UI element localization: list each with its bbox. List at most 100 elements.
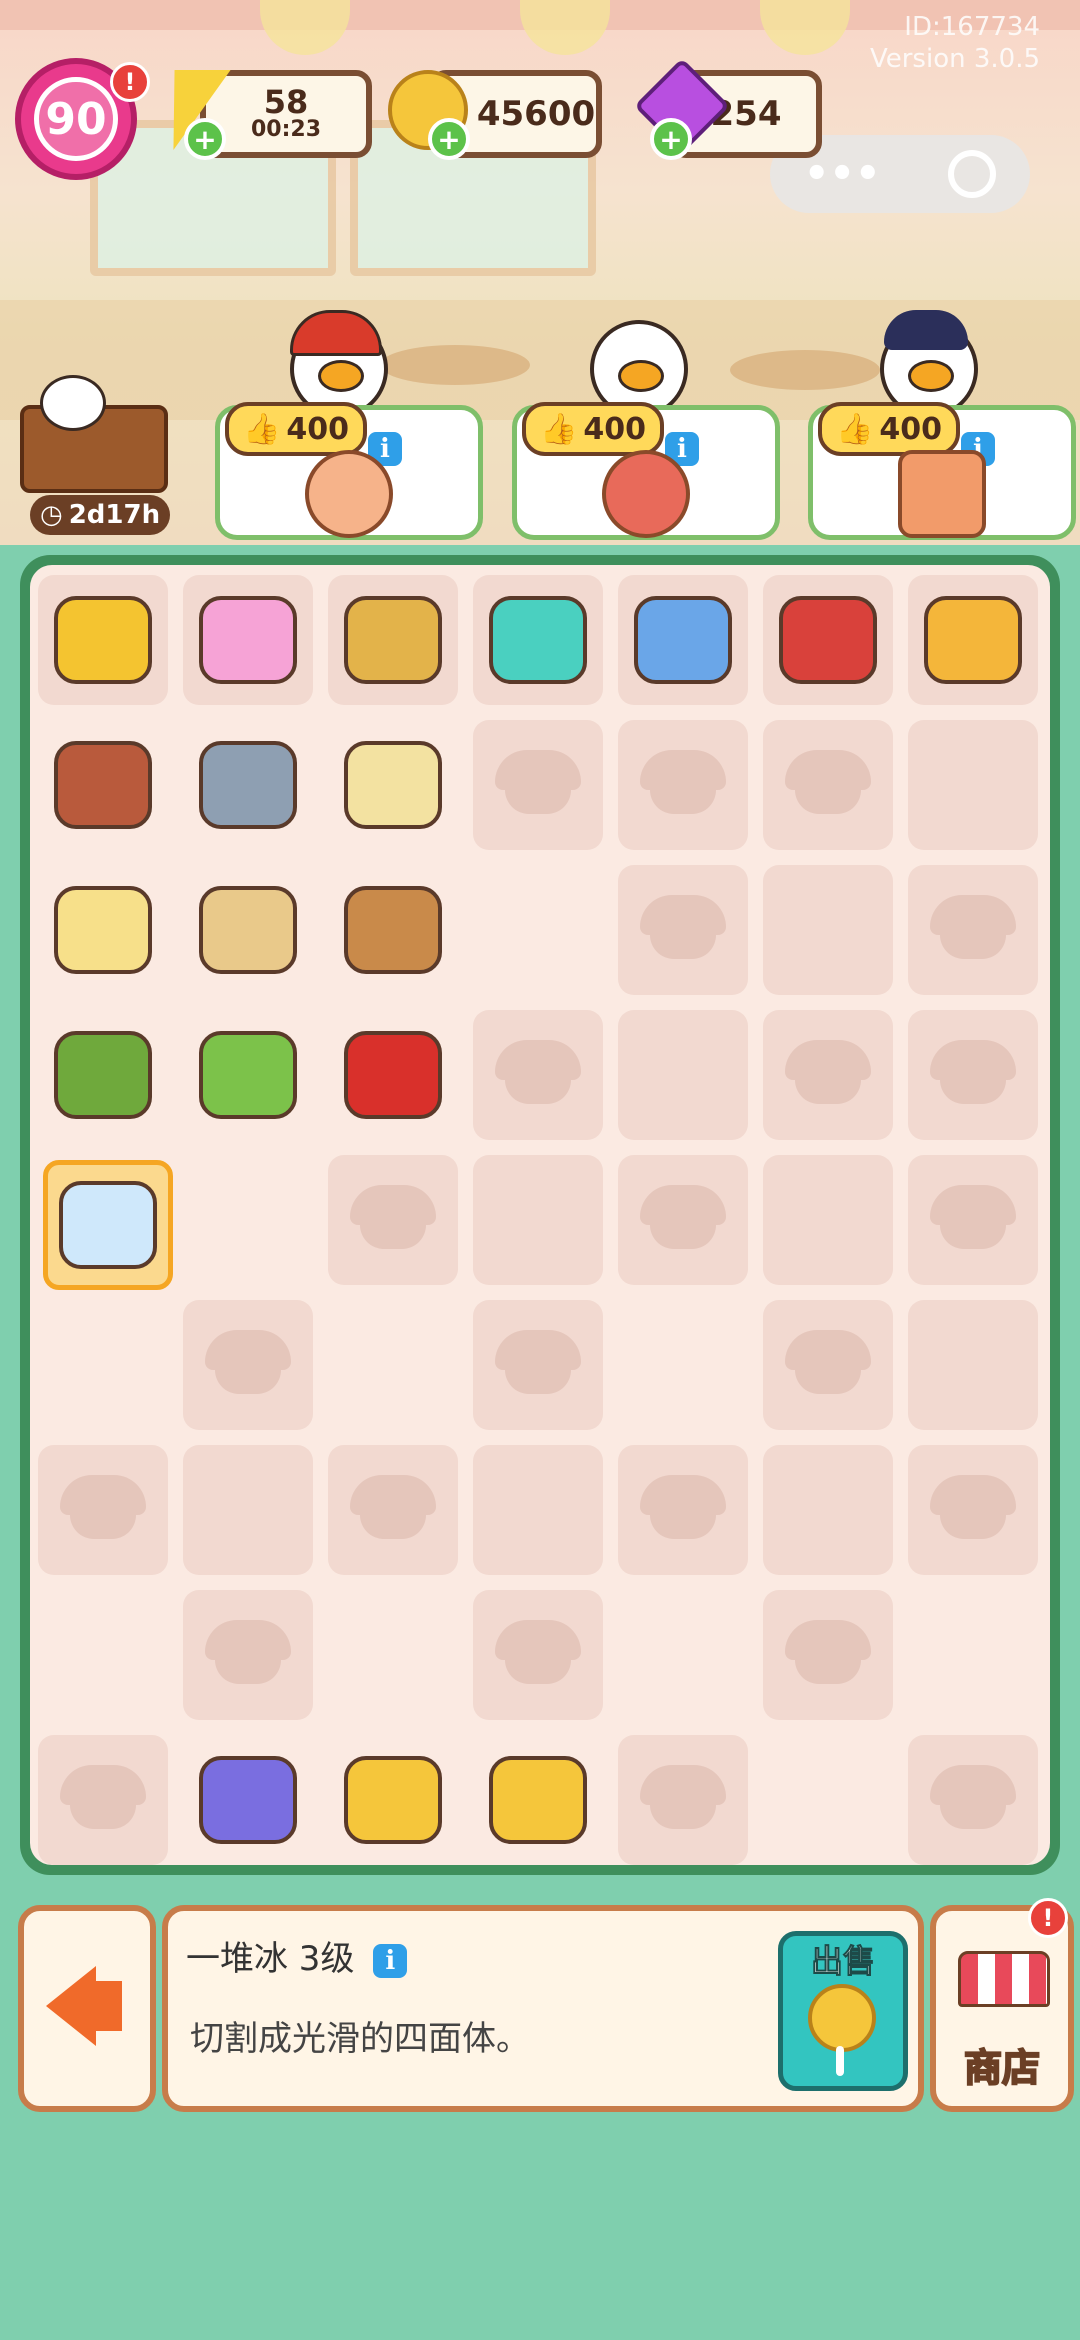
board-cell[interactable]: [763, 865, 893, 995]
board-cell[interactable]: [763, 575, 893, 705]
info-icon[interactable]: i: [373, 1943, 408, 1978]
board-cell[interactable]: [763, 1445, 893, 1575]
board-cell[interactable]: [473, 575, 603, 705]
salad-bowl-item[interactable]: [333, 870, 453, 990]
sell-button[interactable]: 出售: [778, 1931, 908, 2091]
fruit-basket[interactable]: [333, 580, 453, 700]
ham-item[interactable]: [43, 725, 163, 845]
order-card[interactable]: 👍 400 i: [512, 402, 780, 540]
coin-pile-item[interactable]: [333, 1740, 453, 1860]
board-cell[interactable]: [38, 1735, 168, 1865]
board-cell[interactable]: [38, 1590, 168, 1720]
board-cell[interactable]: [38, 1010, 168, 1140]
board-cell[interactable]: [328, 1735, 458, 1865]
grill-generator[interactable]: [768, 580, 888, 700]
tomato-item[interactable]: [333, 1015, 453, 1135]
gift-box[interactable]: [188, 580, 308, 700]
order-card[interactable]: 👍 400 i: [215, 402, 483, 540]
board-cell[interactable]: [328, 1155, 458, 1285]
board-cell[interactable]: [763, 1735, 893, 1865]
board-cell[interactable]: [183, 1590, 313, 1720]
board-cell[interactable]: [183, 865, 313, 995]
butter-item[interactable]: [43, 870, 163, 990]
board-cell[interactable]: [908, 1155, 1038, 1285]
board-cell[interactable]: [763, 1155, 893, 1285]
board-cell[interactable]: [38, 720, 168, 850]
avocado-item[interactable]: [43, 1015, 163, 1135]
board-cell[interactable]: [183, 720, 313, 850]
board-cell[interactable]: [473, 720, 603, 850]
board-cell[interactable]: [618, 1010, 748, 1140]
add-energy-button[interactable]: +: [184, 118, 226, 160]
board-cell[interactable]: [908, 1445, 1038, 1575]
event-chest[interactable]: [10, 345, 170, 495]
board-cell[interactable]: [908, 720, 1038, 850]
order-card[interactable]: 👍 400 i: [808, 402, 1076, 540]
board-cell[interactable]: [183, 1155, 313, 1285]
bowl-placeholder-icon: [640, 1185, 726, 1255]
board-cell[interactable]: [763, 1300, 893, 1430]
board-cell[interactable]: [763, 720, 893, 850]
mixer-generator[interactable]: [478, 580, 598, 700]
board-cell[interactable]: [328, 720, 458, 850]
board-cell[interactable]: [908, 1300, 1038, 1430]
energy-counter[interactable]: 58 00:23: [200, 70, 372, 158]
board-cell[interactable]: [183, 1735, 313, 1865]
scooter-generator[interactable]: [43, 580, 163, 700]
board-cell[interactable]: [183, 575, 313, 705]
board-cell[interactable]: [473, 1010, 603, 1140]
board-cell[interactable]: [473, 1155, 603, 1285]
board-cell[interactable]: [328, 1300, 458, 1430]
scissors-item[interactable]: [188, 1740, 308, 1860]
board-cell[interactable]: [38, 1300, 168, 1430]
board-cell[interactable]: [328, 865, 458, 995]
board-cell[interactable]: [473, 1735, 603, 1865]
board-cell[interactable]: [618, 1445, 748, 1575]
add-coins-button[interactable]: +: [428, 118, 470, 160]
apple-item[interactable]: [188, 1015, 308, 1135]
board-cell[interactable]: [38, 865, 168, 995]
ice-machine[interactable]: [623, 580, 743, 700]
board-cell[interactable]: [618, 1155, 748, 1285]
board-cell[interactable]: [618, 720, 748, 850]
board-cell[interactable]: [908, 865, 1038, 995]
board-cell[interactable]: [618, 1300, 748, 1430]
board-cell[interactable]: [38, 575, 168, 705]
board-cell[interactable]: [328, 1445, 458, 1575]
board-cell[interactable]: [183, 1300, 313, 1430]
board-cell[interactable]: [38, 1445, 168, 1575]
board-cell[interactable]: [763, 1010, 893, 1140]
exit-button[interactable]: [18, 1905, 156, 2112]
snack-bag-item[interactable]: [188, 870, 308, 990]
board-cell[interactable]: [618, 575, 748, 705]
add-gems-button[interactable]: +: [650, 118, 692, 160]
energy-value: 58: [263, 83, 309, 121]
board-cell[interactable]: [618, 865, 748, 995]
board-cell[interactable]: [473, 1300, 603, 1430]
board-cell[interactable]: [473, 865, 603, 995]
bowl-placeholder-icon: [640, 1765, 726, 1835]
board-cell[interactable]: [38, 1155, 173, 1290]
board-cell[interactable]: [328, 1590, 458, 1720]
board-cell[interactable]: [618, 1590, 748, 1720]
more-icon[interactable]: •••: [804, 151, 881, 197]
board-cell[interactable]: [328, 1010, 458, 1140]
board-cell[interactable]: [618, 1735, 748, 1865]
board-cell[interactable]: [908, 1735, 1038, 1865]
board-cell[interactable]: [908, 575, 1038, 705]
close-miniapp-icon[interactable]: [948, 150, 997, 198]
board-cell[interactable]: [473, 1590, 603, 1720]
board-cell[interactable]: [183, 1445, 313, 1575]
pasta-item[interactable]: [333, 725, 453, 845]
board-cell[interactable]: [908, 1590, 1038, 1720]
ice-cubes-item[interactable]: [43, 1160, 173, 1290]
fish-item[interactable]: [188, 725, 308, 845]
board-cell[interactable]: [908, 1010, 1038, 1140]
coins-item[interactable]: [478, 1740, 598, 1860]
blender-generator[interactable]: [913, 580, 1033, 700]
board-cell[interactable]: [763, 1590, 893, 1720]
board-cell[interactable]: [183, 1010, 313, 1140]
coins-icon: [489, 1756, 587, 1844]
board-cell[interactable]: [473, 1445, 603, 1575]
board-cell[interactable]: [328, 575, 458, 705]
